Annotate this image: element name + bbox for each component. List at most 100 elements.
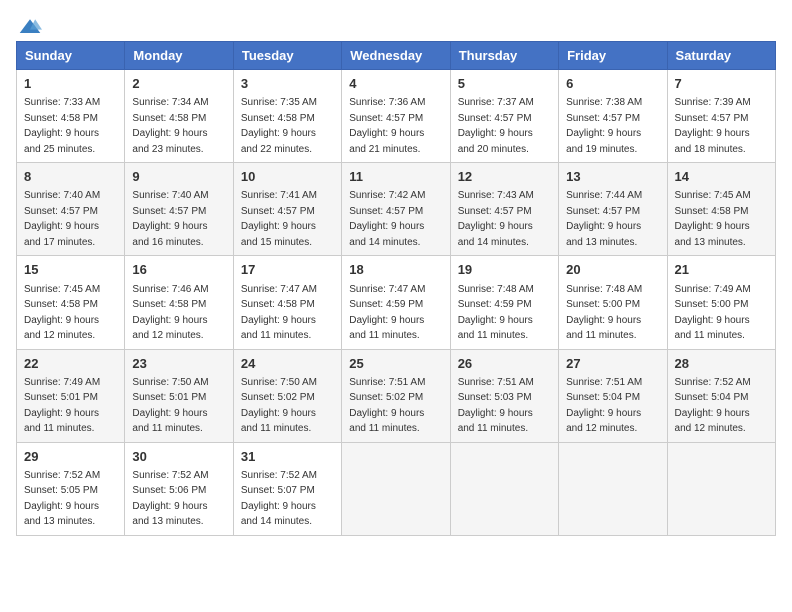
day-info: Sunrise: 7:41 AMSunset: 4:57 PMDaylight:… xyxy=(241,190,317,248)
calendar-cell: 3 Sunrise: 7:35 AMSunset: 4:58 PMDaylight… xyxy=(233,70,341,163)
day-number: 16 xyxy=(132,261,225,279)
calendar-cell: 30 Sunrise: 7:52 AMSunset: 5:06 PMDayligh… xyxy=(125,442,233,535)
day-number: 3 xyxy=(241,75,334,93)
logo xyxy=(16,16,42,33)
calendar-cell: 25Sunrise: 7:51 AMSunset: 5:02 PMDayligh… xyxy=(342,349,450,442)
calendar-cell: 12 Sunrise: 7:43 AMSunset: 4:57 PMDayligh… xyxy=(450,163,558,256)
calendar-cell: 16 Sunrise: 7:46 AMSunset: 4:58 PMDayligh… xyxy=(125,256,233,349)
day-number: 29 xyxy=(24,448,117,466)
calendar-cell: 2 Sunrise: 7:34 AMSunset: 4:58 PMDaylight… xyxy=(125,70,233,163)
day-info: Sunrise: 7:50 AMSunset: 5:01 PMDaylight:… xyxy=(132,377,208,435)
day-number: 1 xyxy=(24,75,117,93)
day-info: Sunrise: 7:51 AMSunset: 5:03 PMDaylight:… xyxy=(458,377,534,435)
header-sunday: Sunday xyxy=(17,42,125,70)
day-info: Sunrise: 7:35 AMSunset: 4:58 PMDaylight:… xyxy=(241,97,317,155)
calendar-cell: 21Sunrise: 7:49 AMSunset: 5:00 PMDayligh… xyxy=(667,256,775,349)
day-info: Sunrise: 7:49 AMSunset: 5:01 PMDaylight:… xyxy=(24,377,100,435)
calendar-cell: 19 Sunrise: 7:48 AMSunset: 4:59 PMDayligh… xyxy=(450,256,558,349)
calendar-cell: 23 Sunrise: 7:50 AMSunset: 5:01 PMDayligh… xyxy=(125,349,233,442)
calendar-cell: 10 Sunrise: 7:41 AMSunset: 4:57 PMDayligh… xyxy=(233,163,341,256)
day-number: 10 xyxy=(241,168,334,186)
day-number: 24 xyxy=(241,355,334,373)
calendar-cell: 5 Sunrise: 7:37 AMSunset: 4:57 PMDaylight… xyxy=(450,70,558,163)
calendar-cell: 1 Sunrise: 7:33 AMSunset: 4:58 PMDaylight… xyxy=(17,70,125,163)
day-info: Sunrise: 7:52 AMSunset: 5:05 PMDaylight:… xyxy=(24,470,100,528)
day-info: Sunrise: 7:48 AMSunset: 4:59 PMDaylight:… xyxy=(458,284,534,342)
calendar-cell: 28 Sunrise: 7:52 AMSunset: 5:04 PMDayligh… xyxy=(667,349,775,442)
day-info: Sunrise: 7:52 AMSunset: 5:06 PMDaylight:… xyxy=(132,470,208,528)
day-number: 30 xyxy=(132,448,225,466)
day-number: 17 xyxy=(241,261,334,279)
day-number: 31 xyxy=(241,448,334,466)
day-info: Sunrise: 7:40 AMSunset: 4:57 PMDaylight:… xyxy=(24,190,100,248)
calendar-cell: 6Sunrise: 7:38 AMSunset: 4:57 PMDaylight… xyxy=(559,70,667,163)
calendar-cell: 17 Sunrise: 7:47 AMSunset: 4:58 PMDayligh… xyxy=(233,256,341,349)
day-number: 2 xyxy=(132,75,225,93)
calendar-cell: 4 Sunrise: 7:36 AMSunset: 4:57 PMDaylight… xyxy=(342,70,450,163)
day-number: 13 xyxy=(566,168,659,186)
calendar-cell: 7 Sunrise: 7:39 AMSunset: 4:57 PMDaylight… xyxy=(667,70,775,163)
day-number: 22 xyxy=(24,355,117,373)
day-info: Sunrise: 7:43 AMSunset: 4:57 PMDaylight:… xyxy=(458,190,534,248)
calendar-cell: 8 Sunrise: 7:40 AMSunset: 4:57 PMDaylight… xyxy=(17,163,125,256)
day-number: 5 xyxy=(458,75,551,93)
day-number: 14 xyxy=(675,168,768,186)
day-number: 7 xyxy=(675,75,768,93)
day-number: 15 xyxy=(24,261,117,279)
day-number: 9 xyxy=(132,168,225,186)
calendar-cell: 27 Sunrise: 7:51 AMSunset: 5:04 PMDayligh… xyxy=(559,349,667,442)
calendar-week-1: 1 Sunrise: 7:33 AMSunset: 4:58 PMDaylight… xyxy=(17,70,776,163)
day-info: Sunrise: 7:40 AMSunset: 4:57 PMDaylight:… xyxy=(132,190,208,248)
calendar-cell: 13 Sunrise: 7:44 AMSunset: 4:57 PMDayligh… xyxy=(559,163,667,256)
day-info: Sunrise: 7:47 AMSunset: 4:58 PMDaylight:… xyxy=(241,284,317,342)
header-monday: Monday xyxy=(125,42,233,70)
calendar-cell xyxy=(342,442,450,535)
calendar-cell: 31 Sunrise: 7:52 AMSunset: 5:07 PMDayligh… xyxy=(233,442,341,535)
day-info: Sunrise: 7:51 AMSunset: 5:04 PMDaylight:… xyxy=(566,377,642,435)
calendar-week-3: 15 Sunrise: 7:45 AMSunset: 4:58 PMDayligh… xyxy=(17,256,776,349)
page-header xyxy=(16,16,776,33)
calendar-cell: 18Sunrise: 7:47 AMSunset: 4:59 PMDayligh… xyxy=(342,256,450,349)
calendar-cell xyxy=(559,442,667,535)
calendar-week-2: 8 Sunrise: 7:40 AMSunset: 4:57 PMDaylight… xyxy=(17,163,776,256)
header-saturday: Saturday xyxy=(667,42,775,70)
day-info: Sunrise: 7:42 AMSunset: 4:57 PMDaylight:… xyxy=(349,190,425,248)
day-info: Sunrise: 7:47 AMSunset: 4:59 PMDaylight:… xyxy=(349,284,425,342)
header-thursday: Thursday xyxy=(450,42,558,70)
day-info: Sunrise: 7:48 AMSunset: 5:00 PMDaylight:… xyxy=(566,284,642,342)
calendar-cell: 29 Sunrise: 7:52 AMSunset: 5:05 PMDayligh… xyxy=(17,442,125,535)
day-info: Sunrise: 7:49 AMSunset: 5:00 PMDaylight:… xyxy=(675,284,751,342)
calendar-cell xyxy=(667,442,775,535)
day-number: 8 xyxy=(24,168,117,186)
day-info: Sunrise: 7:38 AMSunset: 4:57 PMDaylight:… xyxy=(566,97,642,155)
day-info: Sunrise: 7:45 AMSunset: 4:58 PMDaylight:… xyxy=(675,190,751,248)
day-number: 4 xyxy=(349,75,442,93)
day-number: 23 xyxy=(132,355,225,373)
day-number: 25 xyxy=(349,355,442,373)
day-number: 19 xyxy=(458,261,551,279)
calendar-cell xyxy=(450,442,558,535)
day-info: Sunrise: 7:52 AMSunset: 5:07 PMDaylight:… xyxy=(241,470,317,528)
day-info: Sunrise: 7:39 AMSunset: 4:57 PMDaylight:… xyxy=(675,97,751,155)
day-info: Sunrise: 7:37 AMSunset: 4:57 PMDaylight:… xyxy=(458,97,534,155)
day-info: Sunrise: 7:45 AMSunset: 4:58 PMDaylight:… xyxy=(24,284,100,342)
calendar-cell: 15 Sunrise: 7:45 AMSunset: 4:58 PMDayligh… xyxy=(17,256,125,349)
day-info: Sunrise: 7:46 AMSunset: 4:58 PMDaylight:… xyxy=(132,284,208,342)
calendar-cell: 26 Sunrise: 7:51 AMSunset: 5:03 PMDayligh… xyxy=(450,349,558,442)
day-number: 28 xyxy=(675,355,768,373)
day-number: 26 xyxy=(458,355,551,373)
calendar-body: 1 Sunrise: 7:33 AMSunset: 4:58 PMDaylight… xyxy=(17,70,776,536)
calendar-cell: 11Sunrise: 7:42 AMSunset: 4:57 PMDayligh… xyxy=(342,163,450,256)
day-info: Sunrise: 7:34 AMSunset: 4:58 PMDaylight:… xyxy=(132,97,208,155)
day-info: Sunrise: 7:36 AMSunset: 4:57 PMDaylight:… xyxy=(349,97,425,155)
day-number: 20 xyxy=(566,261,659,279)
day-number: 27 xyxy=(566,355,659,373)
day-info: Sunrise: 7:33 AMSunset: 4:58 PMDaylight:… xyxy=(24,97,100,155)
day-info: Sunrise: 7:52 AMSunset: 5:04 PMDaylight:… xyxy=(675,377,751,435)
logo-icon xyxy=(18,17,42,37)
calendar-cell: 9 Sunrise: 7:40 AMSunset: 4:57 PMDaylight… xyxy=(125,163,233,256)
day-number: 12 xyxy=(458,168,551,186)
header-friday: Friday xyxy=(559,42,667,70)
calendar-cell: 22 Sunrise: 7:49 AMSunset: 5:01 PMDayligh… xyxy=(17,349,125,442)
day-info: Sunrise: 7:44 AMSunset: 4:57 PMDaylight:… xyxy=(566,190,642,248)
